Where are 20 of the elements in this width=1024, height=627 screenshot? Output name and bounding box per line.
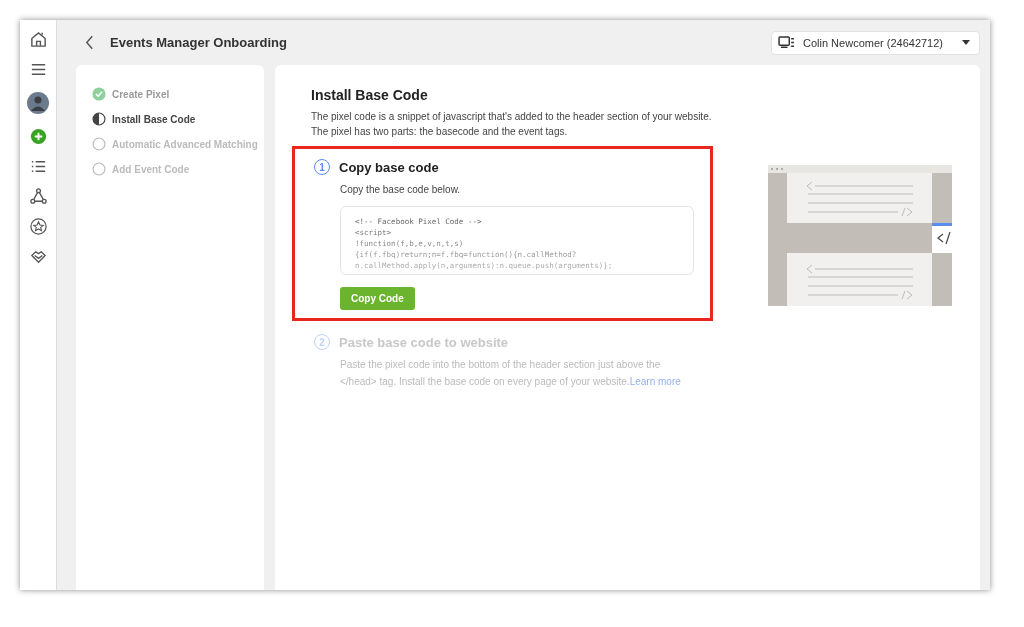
intro-text: The pixel code is a snippet of javascript that's added to the header section of your website. The pixel has two parts: the basecode and the event tags.: [311, 110, 713, 139]
network-icon[interactable]: [28, 187, 48, 206]
account-icon: [778, 36, 795, 49]
home-icon[interactable]: [28, 30, 48, 49]
copy-code-button[interactable]: Copy Code: [340, 287, 415, 310]
caret-icon: [962, 40, 970, 45]
page-title: Events Manager Onboarding: [110, 35, 287, 50]
step-description: Paste the pixel code into the bottom of the header section just above the </head> tag. Install the base code on every page of your website.Learn more: [340, 358, 682, 389]
account-dropdown[interactable]: Colin Newcomer (24642712): [771, 30, 980, 55]
learn-more-link[interactable]: Learn more: [629, 376, 681, 387]
step-label[interactable]: Install Base Code: [112, 113, 196, 125]
step-label[interactable]: Add Event Code: [112, 163, 190, 175]
avatar[interactable]: [27, 92, 49, 114]
step-title: Copy base code: [339, 159, 439, 175]
section-heading: Install Base Code: [311, 87, 429, 103]
step-label[interactable]: Create Pixel: [112, 88, 170, 100]
step-description: Copy the base code below.: [340, 183, 462, 197]
back-icon[interactable]: [85, 35, 94, 50]
add-icon[interactable]: [28, 127, 48, 146]
step-label[interactable]: Automatic Advanced Matching: [112, 138, 258, 150]
